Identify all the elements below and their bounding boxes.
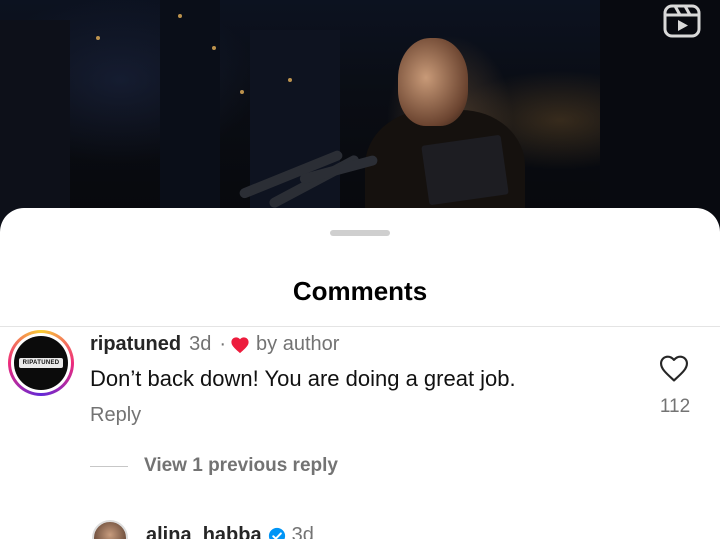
- comment-username[interactable]: alina_habba: [146, 524, 262, 539]
- view-replies-line: [90, 465, 128, 467]
- drag-handle[interactable]: [330, 230, 390, 236]
- street-light: [240, 90, 244, 94]
- street-light: [212, 46, 216, 50]
- avatar[interactable]: [92, 520, 128, 539]
- reels-icon[interactable]: [663, 4, 701, 38]
- separator: ·: [219, 333, 227, 355]
- comment-time: 3d: [189, 333, 212, 355]
- street-light: [96, 36, 100, 40]
- comment-username[interactable]: ripatuned: [90, 333, 181, 356]
- liked-by-author-label: by author: [256, 333, 340, 355]
- divider: [0, 326, 720, 327]
- street-light: [178, 14, 182, 18]
- avatar-wordmark: RIPATUNED: [19, 358, 63, 368]
- building: [600, 0, 720, 240]
- reply-button[interactable]: Reply: [90, 404, 141, 427]
- heart-filled-icon: [230, 336, 250, 354]
- sheet-title: Comments: [292, 276, 428, 306]
- building: [0, 20, 70, 240]
- comment-header: alina_habba 3d: [146, 524, 314, 539]
- building: [160, 0, 220, 240]
- street-light: [288, 78, 292, 82]
- speaker-head: [398, 38, 468, 126]
- comments-sheet: Comments RIPATUNED ripatuned 3d · by aut…: [0, 208, 720, 539]
- heart-outline-icon[interactable]: [658, 353, 690, 383]
- avatar[interactable]: RIPATUNED: [8, 330, 74, 396]
- video-background: [0, 0, 720, 240]
- comment-text: Don’t back down! You are doing a great j…: [90, 366, 516, 391]
- comment-header: ripatuned 3d · by author: [90, 333, 339, 356]
- view-replies-label: View 1 previous reply: [144, 455, 338, 476]
- like-count: 112: [659, 396, 691, 417]
- binder: [421, 134, 509, 206]
- verified-badge-icon: [268, 527, 286, 539]
- comment-time: 3d: [291, 524, 314, 539]
- view-replies-button[interactable]: View 1 previous reply: [90, 455, 338, 477]
